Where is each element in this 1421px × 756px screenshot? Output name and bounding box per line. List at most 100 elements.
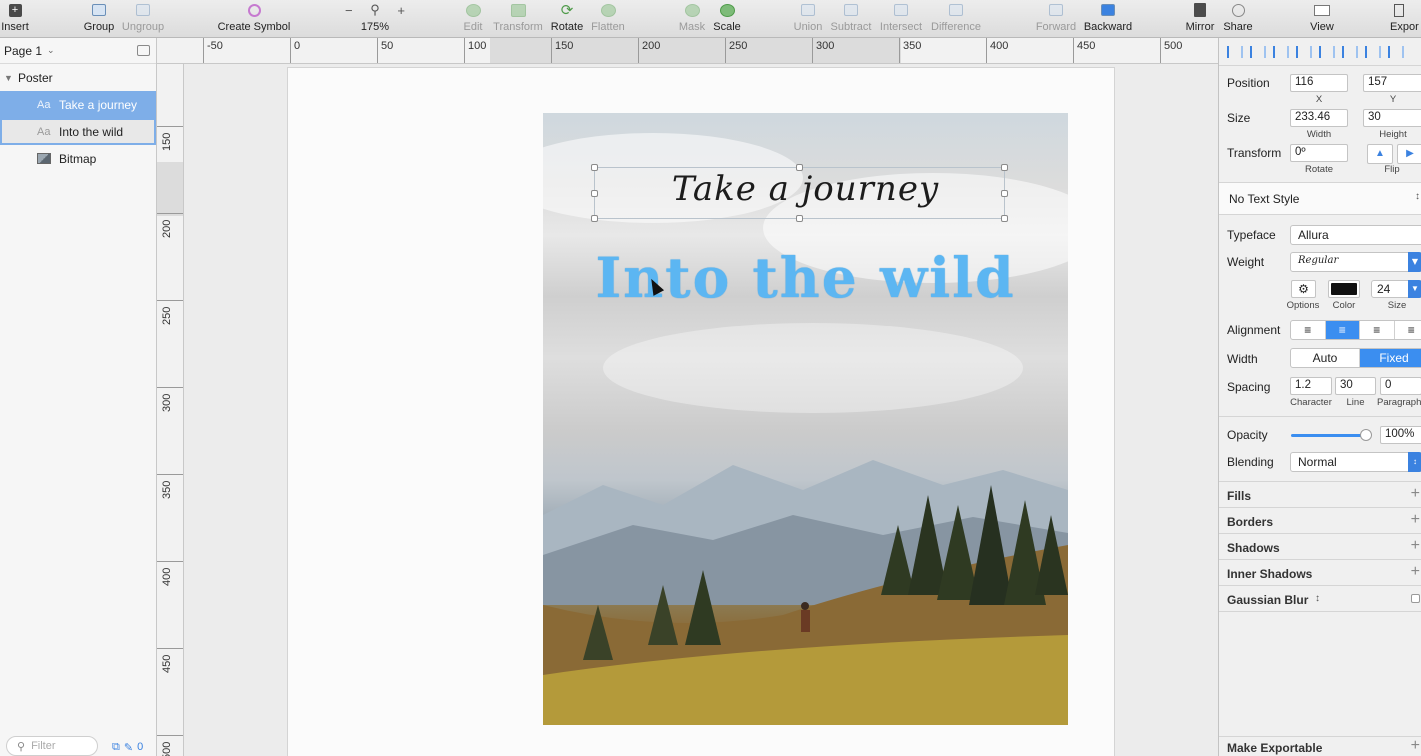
export-button[interactable]: Expor [1390,0,1421,38]
position-y-field[interactable]: 157 [1363,74,1421,92]
difference-button[interactable]: Difference [929,0,983,38]
resize-handle[interactable] [591,164,598,171]
typeface-dropdown[interactable]: Allura [1290,225,1421,245]
flip-horizontal-icon[interactable]: ▲ [1367,144,1393,164]
width-fixed-option[interactable]: Fixed [1360,349,1421,367]
ungroup-button[interactable]: Ungroup [121,0,165,38]
layer-item-bitmap[interactable]: Bitmap [0,145,156,172]
align-top-icon[interactable] [1342,45,1358,58]
resize-handle[interactable] [1001,190,1008,197]
insert-button[interactable]: + Insert [0,0,30,38]
gear-icon[interactable]: ⚙ [1291,280,1316,298]
backward-button[interactable]: Backward [1082,0,1134,38]
resize-handle[interactable] [1001,215,1008,222]
add-shadow-icon[interactable]: + [1411,537,1420,555]
gaussian-blur-section[interactable]: Gaussian Blur ↕ [1219,586,1421,612]
add-export-icon[interactable]: + [1411,737,1420,755]
intersect-label: Intersect [879,21,923,33]
flip-vertical-icon[interactable]: ▶ [1397,144,1421,164]
layer-item-into-the-wild[interactable]: Aa Into the wild [0,118,156,145]
distribute-horizontal-icon[interactable] [1227,45,1243,58]
selection-box[interactable] [591,164,1008,222]
color-swatch[interactable] [1328,280,1360,298]
pages-toggle-icon[interactable] [137,45,150,56]
paragraph-spacing-field[interactable]: 0 [1380,377,1421,395]
weight-dropdown[interactable]: Regular ▼ [1290,252,1421,272]
filter-input[interactable]: ⚲ Filter [6,736,98,756]
line-spacing-field[interactable]: 30 [1335,377,1376,395]
slice-filter-icon[interactable]: ✎ [124,741,133,754]
text-style-selector[interactable]: No Text Style ↕ [1219,183,1421,215]
updown-arrows-icon[interactable]: ↕ [1315,593,1320,604]
fills-section[interactable]: Fills + [1219,482,1421,508]
align-bottom-icon[interactable] [1388,45,1404,58]
zoom-control[interactable]: − ⚲ + 175% [344,0,406,38]
align-text-right-icon[interactable]: ≡ [1360,321,1395,339]
opacity-slider[interactable] [1291,429,1372,441]
intersect-button[interactable]: Intersect [878,0,924,38]
symbol-filter-icon[interactable]: ⧉ [112,741,120,754]
distribute-vertical-icon[interactable] [1250,45,1266,58]
share-button[interactable]: Share [1222,0,1254,38]
width-auto-option[interactable]: Auto [1291,349,1360,367]
character-spacing-field[interactable]: 1.2 [1290,377,1332,395]
width-field[interactable]: 233.46 [1290,109,1348,127]
height-field[interactable]: 30 [1363,109,1421,127]
resize-handle[interactable] [591,190,598,197]
resize-handle[interactable] [796,215,803,222]
resize-handle[interactable] [591,215,598,222]
canvas[interactable]: Take a journey Into the wild [184,64,1218,756]
edit-button[interactable]: Edit [460,0,486,38]
group-button[interactable]: Group [84,0,114,38]
align-text-center-icon[interactable]: ≡ [1325,321,1360,339]
disclosure-triangle-icon[interactable]: ▼ [0,73,18,83]
align-middle-icon[interactable] [1365,45,1381,58]
blur-checkbox[interactable] [1411,594,1420,603]
inner-shadows-section[interactable]: Inner Shadows + [1219,560,1421,586]
artboard[interactable]: Take a journey Into the wild [288,68,1114,756]
layer-group-poster[interactable]: ▼ Poster [0,64,156,91]
add-border-icon[interactable]: + [1411,511,1420,529]
resize-handle[interactable] [1001,164,1008,171]
text-alignment-control[interactable]: ≡ ≡ ≡ ≡ [1290,320,1421,340]
borders-section[interactable]: Borders + [1219,508,1421,534]
shadows-section[interactable]: Shadows + [1219,534,1421,560]
view-button[interactable]: View [1304,0,1340,38]
align-center-icon[interactable] [1296,45,1312,58]
zoom-in-icon[interactable]: + [397,3,405,18]
vertical-ruler[interactable]: 150 200 250 300 350 400 450 500 [157,64,184,756]
subtract-button[interactable]: Subtract [829,0,873,38]
align-text-justify-icon[interactable]: ≡ [1395,321,1421,339]
transform-button[interactable]: Transform [492,0,544,38]
mask-button[interactable]: Mask [678,0,706,38]
opacity-field[interactable]: 100% [1380,426,1421,444]
resize-handle[interactable] [796,164,803,171]
add-inner-shadow-icon[interactable]: + [1411,563,1420,581]
zoom-out-icon[interactable]: − [345,3,353,18]
horizontal-ruler[interactable]: -50 0 50 100 150 200 250 300 350 400 450… [157,38,1218,64]
union-button[interactable]: Union [792,0,824,38]
flatten-button[interactable]: Flatten [590,0,626,38]
slider-knob[interactable] [1360,429,1372,441]
mirror-icon [1191,3,1209,17]
position-x-field[interactable]: 116 [1290,74,1348,92]
layer-item-take-a-journey[interactable]: Aa Take a journey [0,91,156,118]
align-right-icon[interactable] [1319,45,1335,58]
mirror-button[interactable]: Mirror [1183,0,1217,38]
create-symbol-button[interactable]: Create Symbol [216,0,292,38]
page-selector[interactable]: Page 1 ⌄ [0,38,156,64]
font-size-dropdown[interactable]: 24 ▼ [1371,280,1421,298]
rotate-field[interactable]: 0º [1290,144,1348,162]
poster-bitmap[interactable]: Take a journey Into the wild [543,113,1068,725]
align-left-icon[interactable] [1273,45,1289,58]
headline-text[interactable]: Into the wild [543,245,1068,310]
add-fill-icon[interactable]: + [1411,485,1420,503]
scale-button[interactable]: Scale [712,0,742,38]
section-title: Inner Shadows [1227,567,1313,581]
forward-button[interactable]: Forward [1034,0,1078,38]
width-mode-control[interactable]: Auto Fixed [1290,348,1421,368]
make-exportable-row[interactable]: Make Exportable + [1219,736,1421,756]
align-text-left-icon[interactable]: ≡ [1291,321,1326,339]
rotate-button[interactable]: ⟳ Rotate [550,0,584,38]
blending-dropdown[interactable]: Normal ↕ [1290,452,1421,472]
